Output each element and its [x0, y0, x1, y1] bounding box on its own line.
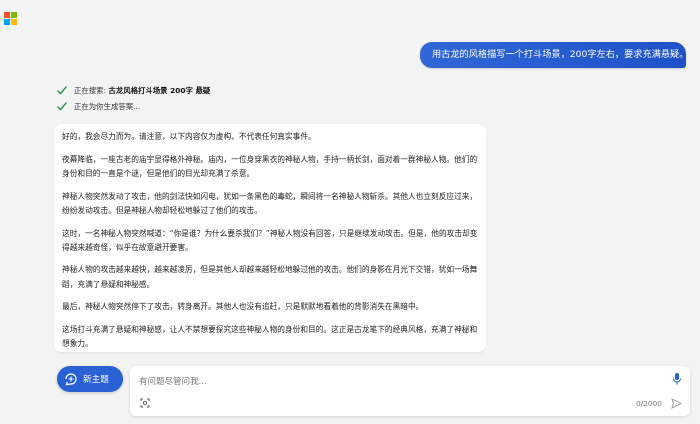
answer-paragraph: 神秘人物突然发动了攻击，他的剑法快如闪电，犹如一条黑色的毒蛇，瞬间将一名神秘人物… [62, 191, 478, 215]
answer-paragraph: 最后，神秘人物突然停下了攻击，转身离开。其他人也没有追赶，只是默默地看着他的背影… [62, 302, 424, 312]
status-searching: 正在搜索: 古龙风格打斗场景 200字 悬疑 [56, 84, 210, 96]
chat-input[interactable]: 有问题尽管问我... [139, 375, 207, 387]
status-generating: 正在为你生成答案... [56, 100, 140, 112]
character-counter: 0/2000 [635, 399, 662, 408]
chat-composer[interactable]: 有问题尽管问我... 0/2000 [130, 366, 690, 416]
search-query: 古龙风格打斗场景 200字 悬疑 [108, 85, 211, 95]
microphone-icon[interactable] [672, 372, 682, 386]
status-label: 正在为你生成答案... [74, 101, 141, 111]
new-chat-icon [65, 373, 77, 386]
logo-square-yellow [11, 19, 17, 25]
logo-square-green [11, 12, 17, 18]
logo-square-blue [4, 19, 10, 25]
check-icon [56, 102, 68, 111]
app-logo [4, 12, 17, 25]
answer-paragraph: 这场打斗充满了悬疑和神秘感，让人不禁想要探究这些神秘人物的身份和目的。这正是古龙… [62, 325, 478, 349]
answer-paragraph: 好的，我会尽力而为。请注意，以下内容仅为虚构，不代表任何真实事件。 [62, 132, 316, 141]
new-topic-button[interactable]: 新主题 [57, 366, 123, 392]
new-topic-label: 新主题 [83, 375, 109, 385]
assistant-answer-card: 好的，我会尽力而为。请注意，以下内容仅为虚构，不代表任何真实事件。 夜幕降临，一… [54, 124, 486, 352]
answer-paragraph: 这时，一名神秘人物突然喊道：“你是谁？为什么要杀我们？”神秘人物没有回答，只是继… [62, 228, 478, 252]
status-label: 正在搜索: [74, 85, 109, 95]
user-message-bubble: 用古龙的风格描写一个打斗场景，200字左右，要求充满悬疑。 [420, 42, 686, 68]
send-icon[interactable] [671, 398, 682, 409]
answer-paragraph: 夜幕降临，一座古老的庙宇显得格外神秘。庙内，一位身穿黑衣的神秘人物，手持一柄长剑… [62, 154, 478, 178]
image-scan-icon[interactable] [140, 398, 150, 408]
answer-paragraph: 神秘人物的攻击越来越快，越来越凌厉，但是其他人却越来越轻松地躲过他的攻击。他们的… [62, 265, 478, 289]
check-icon [56, 86, 68, 95]
logo-square-red [4, 12, 10, 18]
